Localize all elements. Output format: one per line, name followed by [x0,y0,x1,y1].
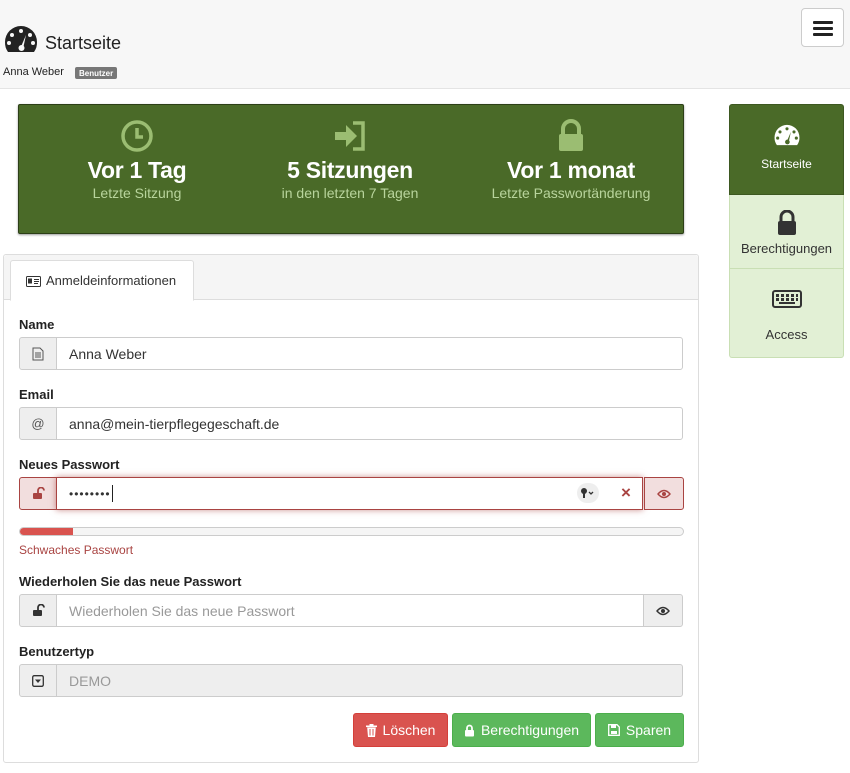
credentials-panel: Anmeldeinformationen Name Anna Weber Ema… [3,254,699,763]
repeat-password-label: Wiederholen Sie das neue Passwort [19,574,242,589]
save-button-label: Sparen [625,722,672,738]
name-input-group: Anna Weber [19,337,684,370]
permissions-button-label: Berechtigungen [480,722,580,738]
stat-value: Vor 1 monat [507,157,635,183]
tab-strip: Anmeldeinformationen [4,255,698,301]
top-header: Startseite Anna Weber Benutzer [0,0,850,89]
toggle-repeat-password-visibility-button[interactable] [643,594,683,627]
new-password-input[interactable]: •••••••• [56,477,643,510]
side-nav-label: Berechtigungen [740,241,833,256]
stat-sessions: 5 Sitzungen in den letzten 7 Tagen [239,105,461,201]
new-password-input-group: •••••••• × [19,477,684,510]
sign-in-icon [335,121,365,151]
dashboard-gauge-icon [4,26,38,52]
stat-value: Vor 1 Tag [87,157,187,183]
permissions-button[interactable]: Berechtigungen [452,713,591,747]
name-label: Name [19,317,55,332]
side-nav-label: Access [765,327,808,342]
password-strength-bar [19,527,684,536]
dashboard-gauge-icon [774,124,799,146]
stats-banner: Vor 1 Tag Letzte Sitzung 5 Sitzungen in … [18,104,684,234]
stat-password-change: Vor 1 monat Letzte Passwortänderung [460,105,682,201]
name-input[interactable]: Anna Weber [56,337,683,370]
stat-last-session: Vor 1 Tag Letzte Sitzung [26,105,248,201]
id-card-icon [26,276,41,287]
lock-icon [464,724,474,736]
lock-icon [777,210,796,235]
delete-button-label: Löschen [382,722,436,738]
page-title: Startseite [45,33,122,53]
side-nav-item-access[interactable]: Access [729,269,844,358]
hamburger-menu-icon-bar [813,33,833,36]
password-manager-key-icon[interactable] [577,483,599,503]
password-strength-text: Schwaches Passwort [19,543,134,557]
hamburger-menu-icon [813,21,833,24]
tab-anmeldeinformationen[interactable]: Anmeldeinformationen [10,260,194,301]
stat-value: 5 Sitzungen [287,157,413,183]
role-badge: Benutzer [75,67,118,79]
caret-square-down-icon [19,664,57,697]
stat-label: Letzte Passwortänderung [491,185,651,201]
user-type-label: Benutzertyp [19,644,95,659]
hamburger-menu-button[interactable] [801,8,844,47]
new-password-label: Neues Passwort [19,457,120,472]
keyboard-icon [771,290,802,308]
side-nav-item-berechtigungen[interactable]: Berechtigungen [729,195,844,269]
clear-password-icon[interactable]: × [616,483,636,503]
floppy-disk-icon [607,724,620,736]
side-nav-item-startseite[interactable]: Startseite [729,104,844,195]
trash-icon [365,723,377,737]
user-type-select[interactable]: DEMO [56,664,683,697]
email-input[interactable]: anna@mein-tierpflegegeschaft.de [56,407,683,440]
email-input-group: @ anna@mein-tierpflegegeschaft.de [19,407,684,440]
clock-icon [121,120,153,152]
unlock-icon [19,594,57,627]
stat-label: Letzte Sitzung [92,185,182,201]
eye-icon [656,606,670,615]
hamburger-menu-icon-bar [813,27,833,30]
lock-icon [559,119,583,151]
unlock-icon [19,477,57,510]
repeat-password-input[interactable]: Wiederholen Sie das neue Passwort [56,594,644,627]
eye-icon [657,489,671,498]
user-type-input-group: DEMO [19,664,684,697]
side-nav-label: Startseite [761,157,812,171]
document-icon [19,337,57,370]
tab-label: Anmeldeinformationen [46,273,177,288]
toggle-password-visibility-button[interactable] [644,477,684,510]
user-name: Anna Weber [3,66,64,78]
new-password-value: •••••••• [69,486,111,501]
stat-label: in den letzten 7 Tagen [281,185,419,201]
password-strength-fill [20,528,74,535]
text-cursor [111,485,113,502]
save-button[interactable]: Sparen [595,713,684,747]
email-label: Email [19,387,54,402]
delete-button[interactable]: Löschen [353,713,448,747]
side-nav: Startseite Berechtigungen Access [729,104,844,359]
at-sign-icon: @ [19,407,57,440]
repeat-password-input-group: Wiederholen Sie das neue Passwort [19,594,684,627]
